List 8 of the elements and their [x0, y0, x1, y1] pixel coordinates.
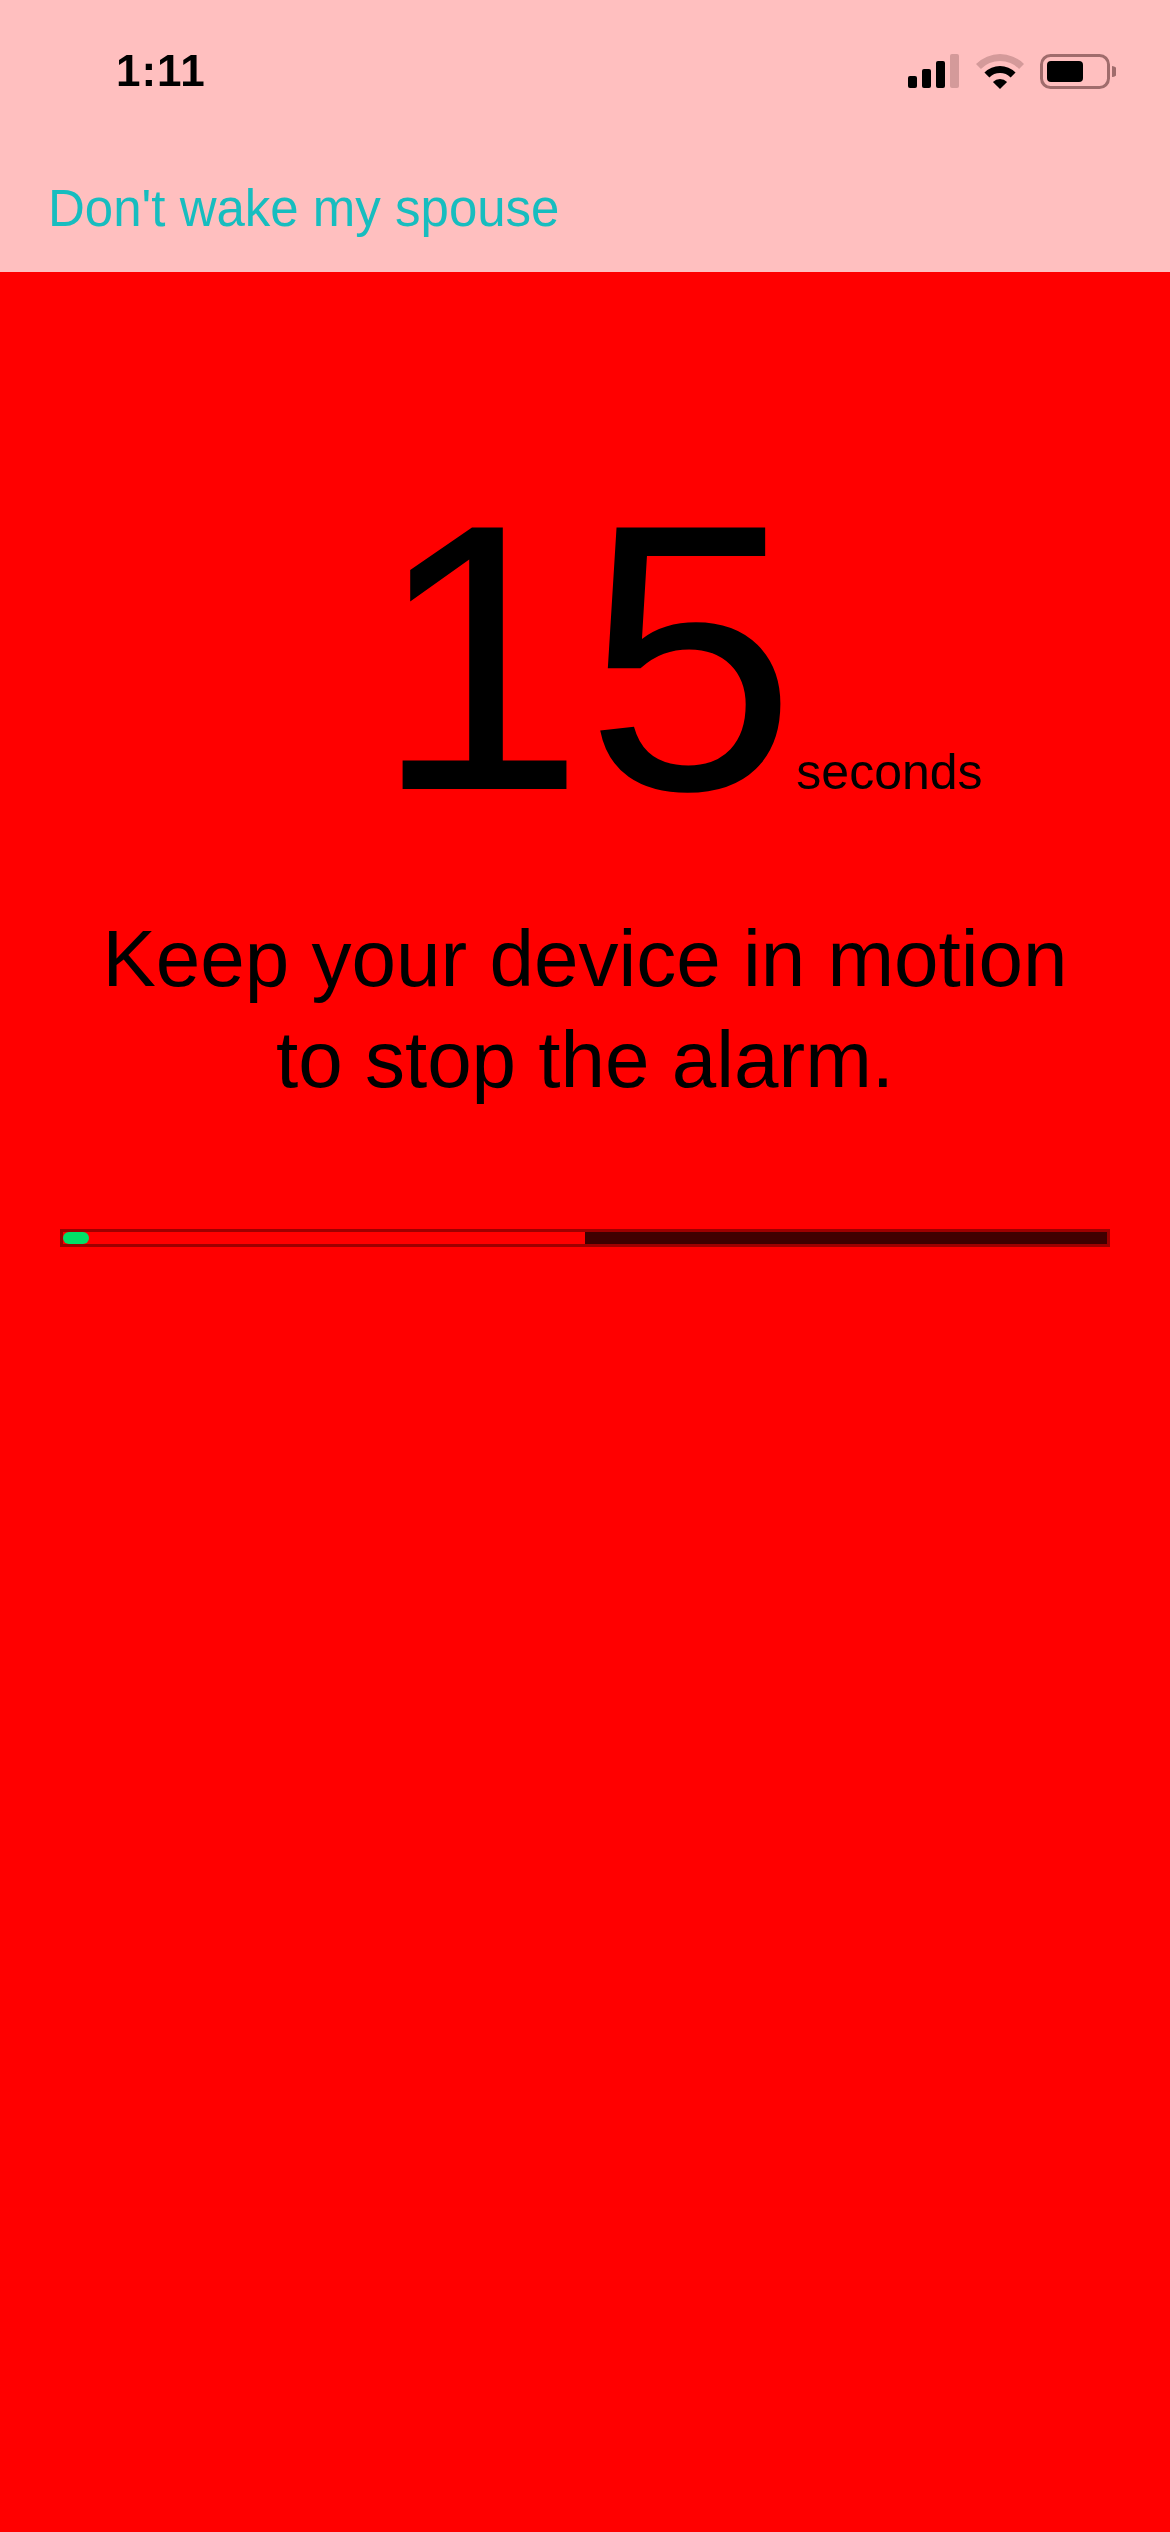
- signal-icon: [908, 54, 960, 88]
- countdown-number: 15: [373, 468, 797, 848]
- nav-bar-button[interactable]: Don't wake my spouse: [48, 178, 560, 240]
- instruction-text: Keep your device in motion to stop the alarm.: [101, 913, 1069, 1106]
- countdown-unit: seconds: [796, 745, 983, 800]
- battery-icon: [1040, 53, 1116, 89]
- wifi-icon: [976, 53, 1024, 89]
- status-time: 1:11: [116, 49, 206, 93]
